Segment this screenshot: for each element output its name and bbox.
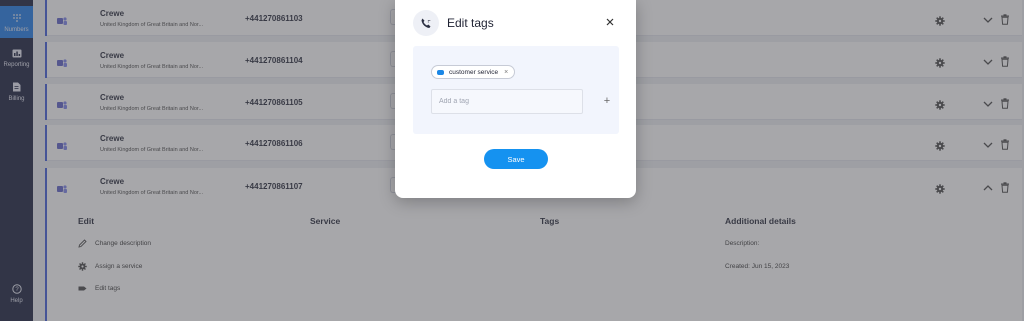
tag-chip[interactable]: customer service × (431, 65, 516, 79)
close-button[interactable] (603, 14, 617, 28)
remove-tag-icon[interactable]: × (504, 69, 508, 76)
tags-panel: customer service × + (413, 46, 619, 134)
phone-icon (413, 10, 439, 36)
modal-title: Edit tags (447, 16, 494, 30)
tag-icon (437, 69, 444, 75)
add-tag-icon[interactable]: + (602, 96, 612, 107)
close-icon (606, 18, 614, 26)
add-tag-input[interactable] (431, 89, 583, 114)
tag-chip-label: customer service (449, 68, 499, 76)
save-button[interactable]: Save (484, 149, 548, 169)
edit-tags-modal: Edit tags customer service × + Save (395, 0, 636, 198)
